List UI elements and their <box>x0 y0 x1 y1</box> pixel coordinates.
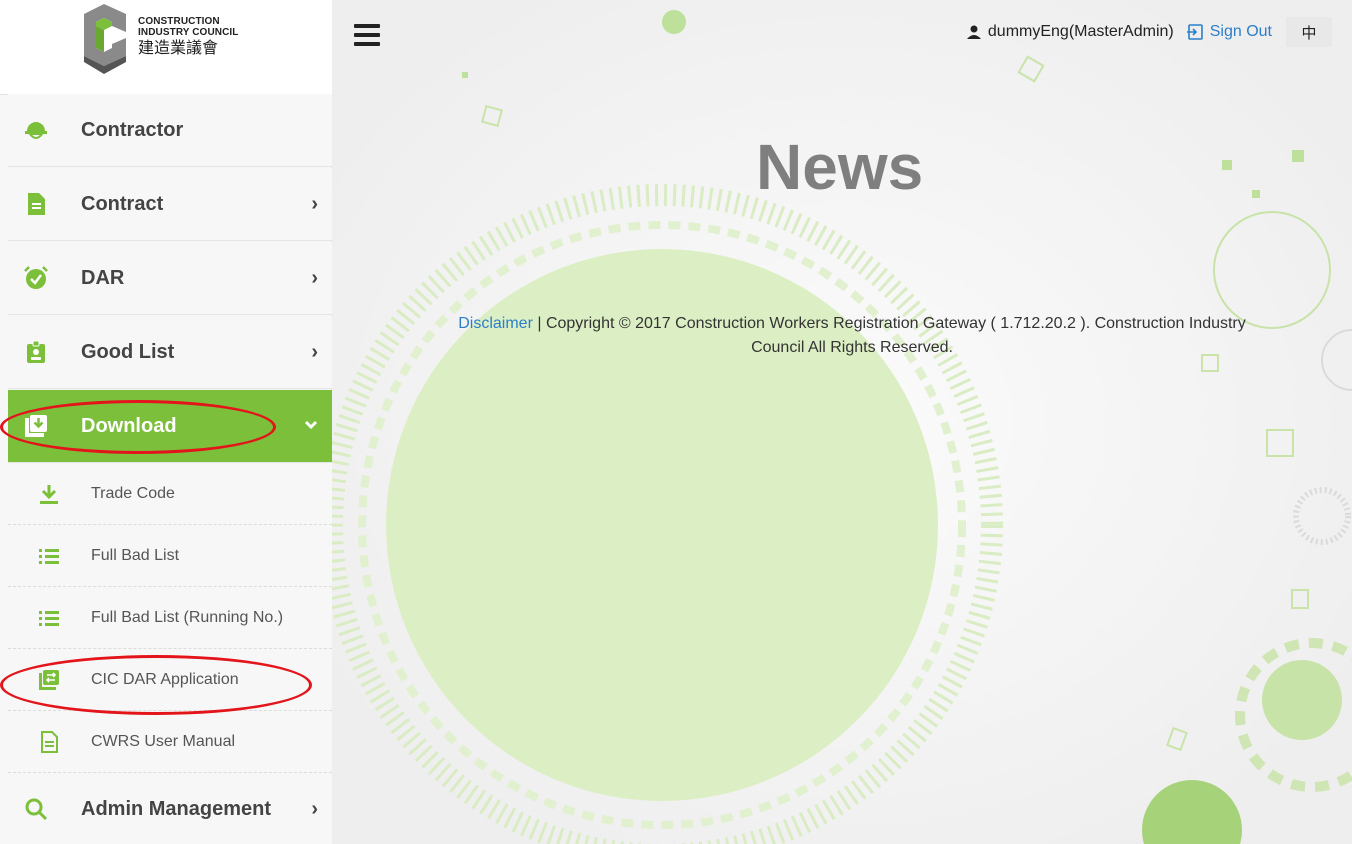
menu-toggle-button[interactable] <box>354 24 380 46</box>
username-label: dummyEng(MasterAdmin) <box>987 23 1174 40</box>
sidebar-item-label: Good List <box>81 341 175 363</box>
cic-logo-mark-icon <box>84 4 126 74</box>
sidebar-subitem-label: Trade Code <box>91 485 175 502</box>
sidebar-subitem-label: Full Bad List (Running No.) <box>91 609 284 626</box>
download-box-icon <box>25 415 47 437</box>
user-info[interactable]: dummyEng(MasterAdmin) <box>966 23 1174 41</box>
sign-out-label: Sign Out <box>1209 23 1272 40</box>
chevron-down-icon <box>304 420 318 430</box>
badge-icon <box>27 340 45 363</box>
sidebar-item-label: Admin Management <box>81 798 272 820</box>
sidebar-subitem-full-bad-list-running-no[interactable]: Full Bad List (Running No.) <box>8 587 332 649</box>
logo-text-line2: INDUSTRY COUNCIL <box>138 27 239 38</box>
sign-out-link[interactable]: Sign Out <box>1186 23 1272 41</box>
user-icon <box>966 25 981 39</box>
download-arrow-icon <box>40 485 58 504</box>
sidebar-subitem-label: CIC DAR Application <box>91 671 239 688</box>
footer: Disclaimer | Copyright © 2017 Constructi… <box>372 312 1332 360</box>
disclaimer-link[interactable]: Disclaimer <box>458 315 533 332</box>
chevron-right-icon: › <box>311 193 318 215</box>
chevron-right-icon: › <box>311 341 318 363</box>
sidebar-item-contractor[interactable]: Contractor <box>8 94 332 167</box>
search-icon <box>25 798 48 821</box>
list-icon <box>39 549 59 564</box>
page-title: News <box>756 131 924 203</box>
copyright-text-line2: Council All Rights Reserved. <box>751 339 953 356</box>
sidebar-item-label: DAR <box>81 267 125 289</box>
sidebar-item-label: Contractor <box>81 119 184 141</box>
sidebar-subitem-label: Full Bad List <box>91 547 180 564</box>
sidebar-item-download[interactable]: Download <box>8 390 332 463</box>
main-content: dummyEng(MasterAdmin) Sign Out 中 News Di… <box>332 0 1352 844</box>
list-icon <box>39 611 59 626</box>
cic-logo[interactable]: CONSTRUCTION INDUSTRY COUNCIL 建造業議會 <box>0 0 332 95</box>
document-icon <box>28 193 45 215</box>
sidebar-item-good-list[interactable]: Good List › <box>8 316 332 389</box>
sidebar-subitem-full-bad-list[interactable]: Full Bad List <box>8 525 332 587</box>
sidebar-item-dar[interactable]: DAR › <box>8 242 332 315</box>
chevron-right-icon: › <box>311 267 318 289</box>
alarm-check-icon <box>24 266 48 289</box>
copyright-text-line1: | Copyright © 2017 Construction Workers … <box>532 315 1246 332</box>
logo-text-chinese: 建造業議會 <box>138 38 219 57</box>
sidebar-item-label: Contract <box>81 193 164 215</box>
topbar: dummyEng(MasterAdmin) Sign Out 中 <box>966 17 1332 47</box>
background-decoration <box>332 0 1352 844</box>
sidebar-item-label: Download <box>81 415 177 437</box>
hardhat-icon <box>25 122 47 139</box>
sidebar-subitem-cic-dar-application[interactable]: CIC DAR Application <box>8 649 332 711</box>
language-toggle-button[interactable]: 中 <box>1286 17 1332 47</box>
sidebar-item-admin-management[interactable]: Admin Management › <box>8 773 332 844</box>
sidebar-subitem-trade-code[interactable]: Trade Code <box>8 463 332 525</box>
transfer-icon <box>39 670 59 690</box>
sidebar-subitem-cwrs-user-manual[interactable]: CWRS User Manual <box>8 711 332 773</box>
logo-text-line1: CONSTRUCTION <box>138 16 220 27</box>
chevron-right-icon: › <box>311 798 318 820</box>
document-icon <box>41 731 58 753</box>
sidebar: CONSTRUCTION INDUSTRY COUNCIL 建造業議會 Cont… <box>0 0 332 844</box>
sidebar-item-contract[interactable]: Contract › <box>8 168 332 241</box>
sign-out-icon <box>1186 24 1203 40</box>
sidebar-subitem-label: CWRS User Manual <box>91 733 236 750</box>
